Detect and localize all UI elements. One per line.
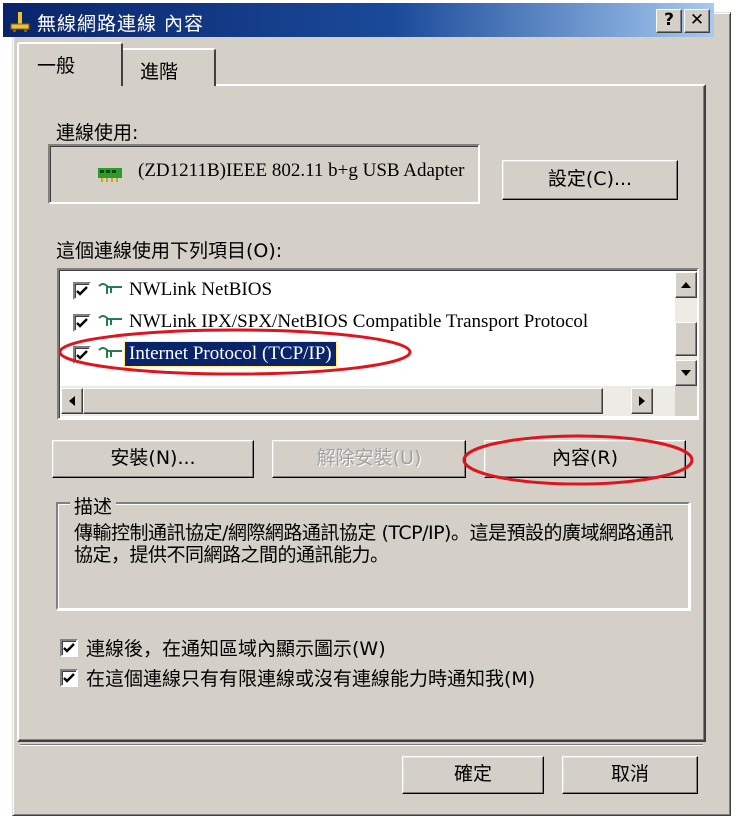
item-label: Internet Protocol (TCP/IP)	[124, 341, 337, 367]
horizontal-scrollbar[interactable]	[61, 386, 697, 416]
show-icon-option[interactable]: 連線後，在通知區域內顯示圖示(W)	[60, 634, 386, 661]
components-label: 這個連線使用下列項目(O):	[56, 240, 283, 262]
list-item[interactable]: NWLink NetBIOS	[61, 276, 673, 306]
install-button[interactable]: 安裝(N)...	[52, 440, 254, 478]
adapter-field: (ZD1211B)IEEE 802.11 b+g USB Adapter	[48, 144, 480, 204]
protocol-icon	[98, 283, 122, 294]
scroll-down-button[interactable]	[675, 360, 697, 386]
item-label: NWLink NetBIOS	[129, 279, 273, 300]
scroll-right-button[interactable]	[631, 388, 653, 414]
window-title: 無線網路連線 內容	[37, 13, 205, 35]
tab-advanced-label: 進階	[140, 61, 179, 83]
configure-button[interactable]: 設定(C)...	[502, 160, 678, 200]
notify-limited-label: 在這個連線只有有限連線或沒有連線能力時通知我(M)	[86, 668, 536, 690]
list-item[interactable]: NWLink IPX/SPX/NetBIOS Compatible Transp…	[61, 308, 673, 338]
description-text: 傳輸控制通訊協定/網際網路通訊協定 (TCP/IP)。這是預設的廣域網路通訊協定…	[74, 522, 673, 566]
arrow-left-icon	[69, 396, 75, 406]
components-list-viewport: NWLink NetBIOS NWLink IPX/SPX/NetBIOS Co…	[61, 272, 675, 386]
item-checkbox[interactable]	[73, 346, 91, 364]
horizontal-scroll-thumb[interactable]	[83, 388, 603, 414]
components-list[interactable]: NWLink NetBIOS NWLink IPX/SPX/NetBIOS Co…	[57, 268, 699, 420]
scrollbar-corner	[675, 386, 697, 416]
network-connection-icon	[10, 12, 30, 32]
show-icon-checkbox[interactable]	[60, 639, 78, 657]
scroll-left-button[interactable]	[61, 388, 83, 414]
item-label: NWLink IPX/SPX/NetBIOS Compatible Transp…	[129, 311, 589, 332]
checkmark-icon	[76, 286, 88, 296]
close-button[interactable]: ✕	[684, 9, 710, 33]
notify-limited-option[interactable]: 在這個連線只有有限連線或沒有連線能力時通知我(M)	[60, 664, 535, 691]
connect-using-label: 連線使用:	[56, 122, 139, 144]
checkmark-icon	[63, 673, 75, 683]
checkmark-icon	[76, 350, 88, 360]
ok-button[interactable]: 確定	[402, 756, 544, 794]
scroll-up-button[interactable]	[675, 272, 697, 298]
protocol-icon	[98, 347, 122, 358]
checkmark-icon	[76, 318, 88, 328]
uninstall-button[interactable]: 解除安裝(U)	[272, 440, 466, 478]
protocol-icon	[98, 315, 122, 326]
tab-advanced[interactable]: 進階	[120, 48, 216, 86]
item-checkbox[interactable]	[73, 282, 91, 300]
title-bar[interactable]: 無線網路連線 內容 ? ✕	[3, 3, 714, 37]
list-item-selected[interactable]: Internet Protocol (TCP/IP)	[61, 340, 673, 370]
arrow-right-icon	[639, 396, 645, 406]
show-icon-label: 連線後，在通知區域內顯示圖示(W)	[86, 638, 386, 660]
network-adapter-icon	[98, 168, 122, 182]
help-button[interactable]: ?	[656, 9, 682, 33]
arrow-up-icon	[681, 282, 691, 288]
item-checkbox[interactable]	[73, 314, 91, 332]
cancel-button[interactable]: 取消	[562, 756, 698, 794]
notify-limited-checkbox[interactable]	[60, 669, 78, 687]
tab-general[interactable]: 一般	[17, 42, 123, 86]
arrow-down-icon	[681, 370, 691, 376]
checkmark-icon	[63, 643, 75, 653]
tab-general-label: 一般	[37, 55, 76, 77]
vertical-scroll-thumb[interactable]	[675, 322, 697, 356]
vertical-scrollbar[interactable]	[675, 272, 697, 386]
footer-divider	[20, 744, 703, 746]
adapter-name: (ZD1211B)IEEE 802.11 b+g USB Adapter	[138, 160, 465, 181]
properties-button[interactable]: 內容(R)	[484, 440, 686, 478]
description-legend: 描述	[70, 492, 117, 519]
